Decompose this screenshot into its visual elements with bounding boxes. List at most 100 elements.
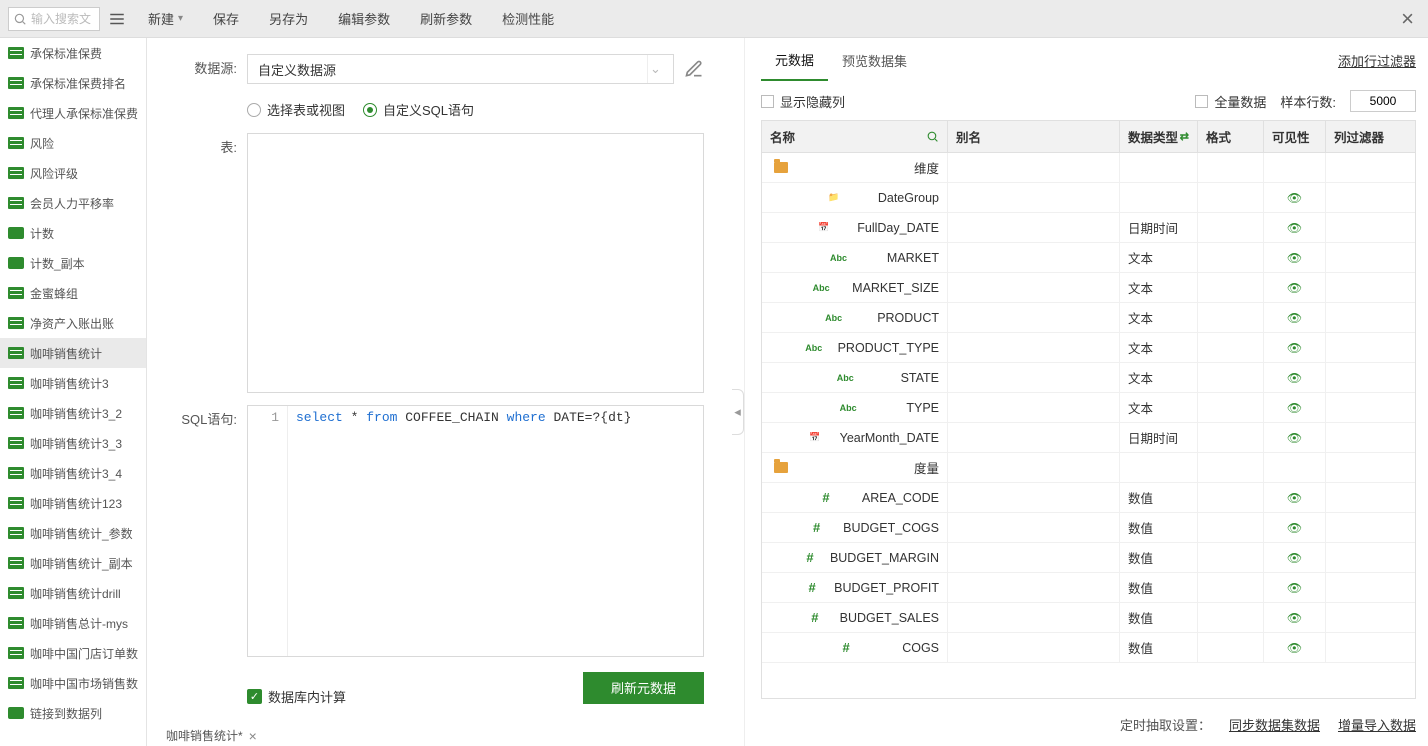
eye-icon[interactable]: 👁 [1287,491,1302,505]
search-box[interactable] [8,7,100,31]
field-row[interactable]: 📁DateGroup👁 [762,183,1415,213]
col-header-visibility[interactable]: 可见性 [1264,121,1326,152]
text-type-icon: Abc [831,251,845,265]
sidebar-item[interactable]: 咖啡中国市场销售数 [0,668,146,698]
sidebar-item[interactable]: 风险评级 [0,158,146,188]
tab-preview[interactable]: 预览数据集 [828,41,921,80]
sidebar-item[interactable]: 代理人承保标准保费 [0,98,146,128]
eye-icon[interactable]: 👁 [1287,521,1302,535]
table-box[interactable] [247,133,704,393]
field-row[interactable]: AbcMARKET文本👁 [762,243,1415,273]
eye-icon[interactable]: 👁 [1287,341,1302,355]
eye-icon[interactable]: 👁 [1287,191,1302,205]
eye-icon[interactable]: 👁 [1287,371,1302,385]
datasource-select[interactable]: 自定义数据源 ⌄ [247,54,674,84]
sidebar-item[interactable]: 咖啡销售统计3_2 [0,398,146,428]
sidebar-item[interactable]: 咖啡销售统计 [0,338,146,368]
collapse-button[interactable]: ◂ [732,389,744,435]
full-data-checkbox[interactable]: 全量数据 [1195,92,1266,111]
sidebar-item[interactable]: 风险 [0,128,146,158]
sidebar-item[interactable]: 承保标准保费 [0,38,146,68]
sidebar-item-label: 咖啡中国市场销售数 [30,675,138,692]
refresh-metadata-button[interactable]: 刷新元数据 [583,672,704,704]
col-header-alias[interactable]: 别名 [948,121,1120,152]
col-header-format[interactable]: 格式 [1198,121,1264,152]
field-row[interactable]: #AREA_CODE数值👁 [762,483,1415,513]
grid-body[interactable]: 维度📁DateGroup👁📅FullDay_DATE日期时间👁AbcMARKET… [762,153,1415,698]
category-row[interactable]: 度量 [762,453,1415,483]
sidebar-item[interactable]: 计数 [0,218,146,248]
field-row[interactable]: AbcTYPE文本👁 [762,393,1415,423]
sidebar-item[interactable]: 咖啡中国门店订单数 [0,638,146,668]
sidebar-item[interactable]: 咖啡销售统计drill [0,578,146,608]
eye-icon[interactable]: 👁 [1287,611,1302,625]
incremental-import-link[interactable]: 增量导入数据 [1338,715,1416,734]
menu-save[interactable]: 保存 [213,9,239,28]
col-header-filter[interactable]: 列过滤器 [1326,121,1415,152]
field-row[interactable]: AbcMARKET_SIZE文本👁 [762,273,1415,303]
field-row[interactable]: #BUDGET_MARGIN数值👁 [762,543,1415,573]
field-row[interactable]: #BUDGET_PROFIT数值👁 [762,573,1415,603]
eye-icon[interactable]: 👁 [1287,401,1302,415]
radio-custom-sql[interactable]: 自定义SQL语句 [363,100,474,119]
eye-icon[interactable]: 👁 [1287,221,1302,235]
eye-icon[interactable]: 👁 [1287,251,1302,265]
sidebar-item[interactable]: 会员人力平移率 [0,188,146,218]
show-hidden-checkbox[interactable]: 显示隐藏列 [761,92,845,111]
sample-rows-input[interactable] [1350,90,1416,112]
eye-icon[interactable]: 👁 [1287,311,1302,325]
internal-calc-label: 数据库内计算 [268,687,346,706]
field-row[interactable]: 📅YearMonth_DATE日期时间👁 [762,423,1415,453]
radio-table-or-view[interactable]: 选择表或视图 [247,100,345,119]
dataset-tab[interactable]: 咖啡销售统计* × [157,724,260,746]
field-row[interactable]: AbcPRODUCT_TYPE文本👁 [762,333,1415,363]
sidebar-item[interactable]: 链接到数据列 [0,698,146,728]
menu-check-perf[interactable]: 检测性能 [502,9,554,28]
table-icon [8,347,24,359]
field-row[interactable]: #COGS数值👁 [762,633,1415,663]
category-row[interactable]: 维度 [762,153,1415,183]
sidebar-item[interactable]: 咖啡销售总计-mys [0,608,146,638]
sql-editor[interactable]: 1 select * from COFFEE_CHAIN where DATE=… [247,405,704,657]
swap-icon[interactable]: ⇄ [1180,130,1189,143]
menu-icon[interactable] [108,10,126,28]
field-row[interactable]: #BUDGET_SALES数值👁 [762,603,1415,633]
internal-calc-checkbox[interactable]: ✓ 数据库内计算 [247,687,346,706]
eye-icon[interactable]: 👁 [1287,581,1302,595]
edit-icon[interactable] [684,59,704,79]
search-icon[interactable] [926,130,939,143]
field-row[interactable]: AbcSTATE文本👁 [762,363,1415,393]
sidebar-item[interactable]: 净资产入账出账 [0,308,146,338]
sidebar-item[interactable]: 咖啡销售统计123 [0,488,146,518]
sync-dataset-link[interactable]: 同步数据集数据 [1229,715,1320,734]
sidebar-item[interactable]: 计数_副本 [0,248,146,278]
sidebar-item[interactable]: 咖啡销售统计3_3 [0,428,146,458]
eye-icon[interactable]: 👁 [1287,641,1302,655]
close-icon[interactable]: × [1395,6,1420,32]
add-row-filter-link[interactable]: 添加行过滤器 [1338,51,1416,70]
col-header-name[interactable]: 名称 [762,121,948,152]
field-row[interactable]: 📅FullDay_DATE日期时间👁 [762,213,1415,243]
sidebar-item[interactable]: 咖啡销售统计3_4 [0,458,146,488]
sidebar-item[interactable]: 咖啡销售统计_副本 [0,548,146,578]
sidebar-item[interactable]: 金蜜蜂组 [0,278,146,308]
eye-icon[interactable]: 👁 [1287,551,1302,565]
menu-edit-params[interactable]: 编辑参数 [338,9,390,28]
sidebar-item-label: 咖啡销售统计3_4 [30,465,122,482]
tab-metadata[interactable]: 元数据 [761,40,828,81]
field-name: BUDGET_SALES [840,611,939,625]
sidebar-item[interactable]: 承保标准保费排名 [0,68,146,98]
eye-icon[interactable]: 👁 [1287,281,1302,295]
menu-new[interactable]: 新建▾ [148,9,183,28]
col-header-type[interactable]: 数据类型⇄ [1120,121,1198,152]
sql-text[interactable]: select * from COFFEE_CHAIN where DATE=?{… [288,406,703,656]
eye-icon[interactable]: 👁 [1287,431,1302,445]
menu-refresh-params[interactable]: 刷新参数 [420,9,472,28]
field-row[interactable]: #BUDGET_COGS数值👁 [762,513,1415,543]
field-row[interactable]: AbcPRODUCT文本👁 [762,303,1415,333]
sidebar-item[interactable]: 咖啡销售统计_参数 [0,518,146,548]
tab-close-icon[interactable]: × [249,728,257,744]
menu-save-as[interactable]: 另存为 [269,9,308,28]
sidebar-item[interactable]: 咖啡销售统计3 [0,368,146,398]
search-input[interactable] [31,12,95,26]
